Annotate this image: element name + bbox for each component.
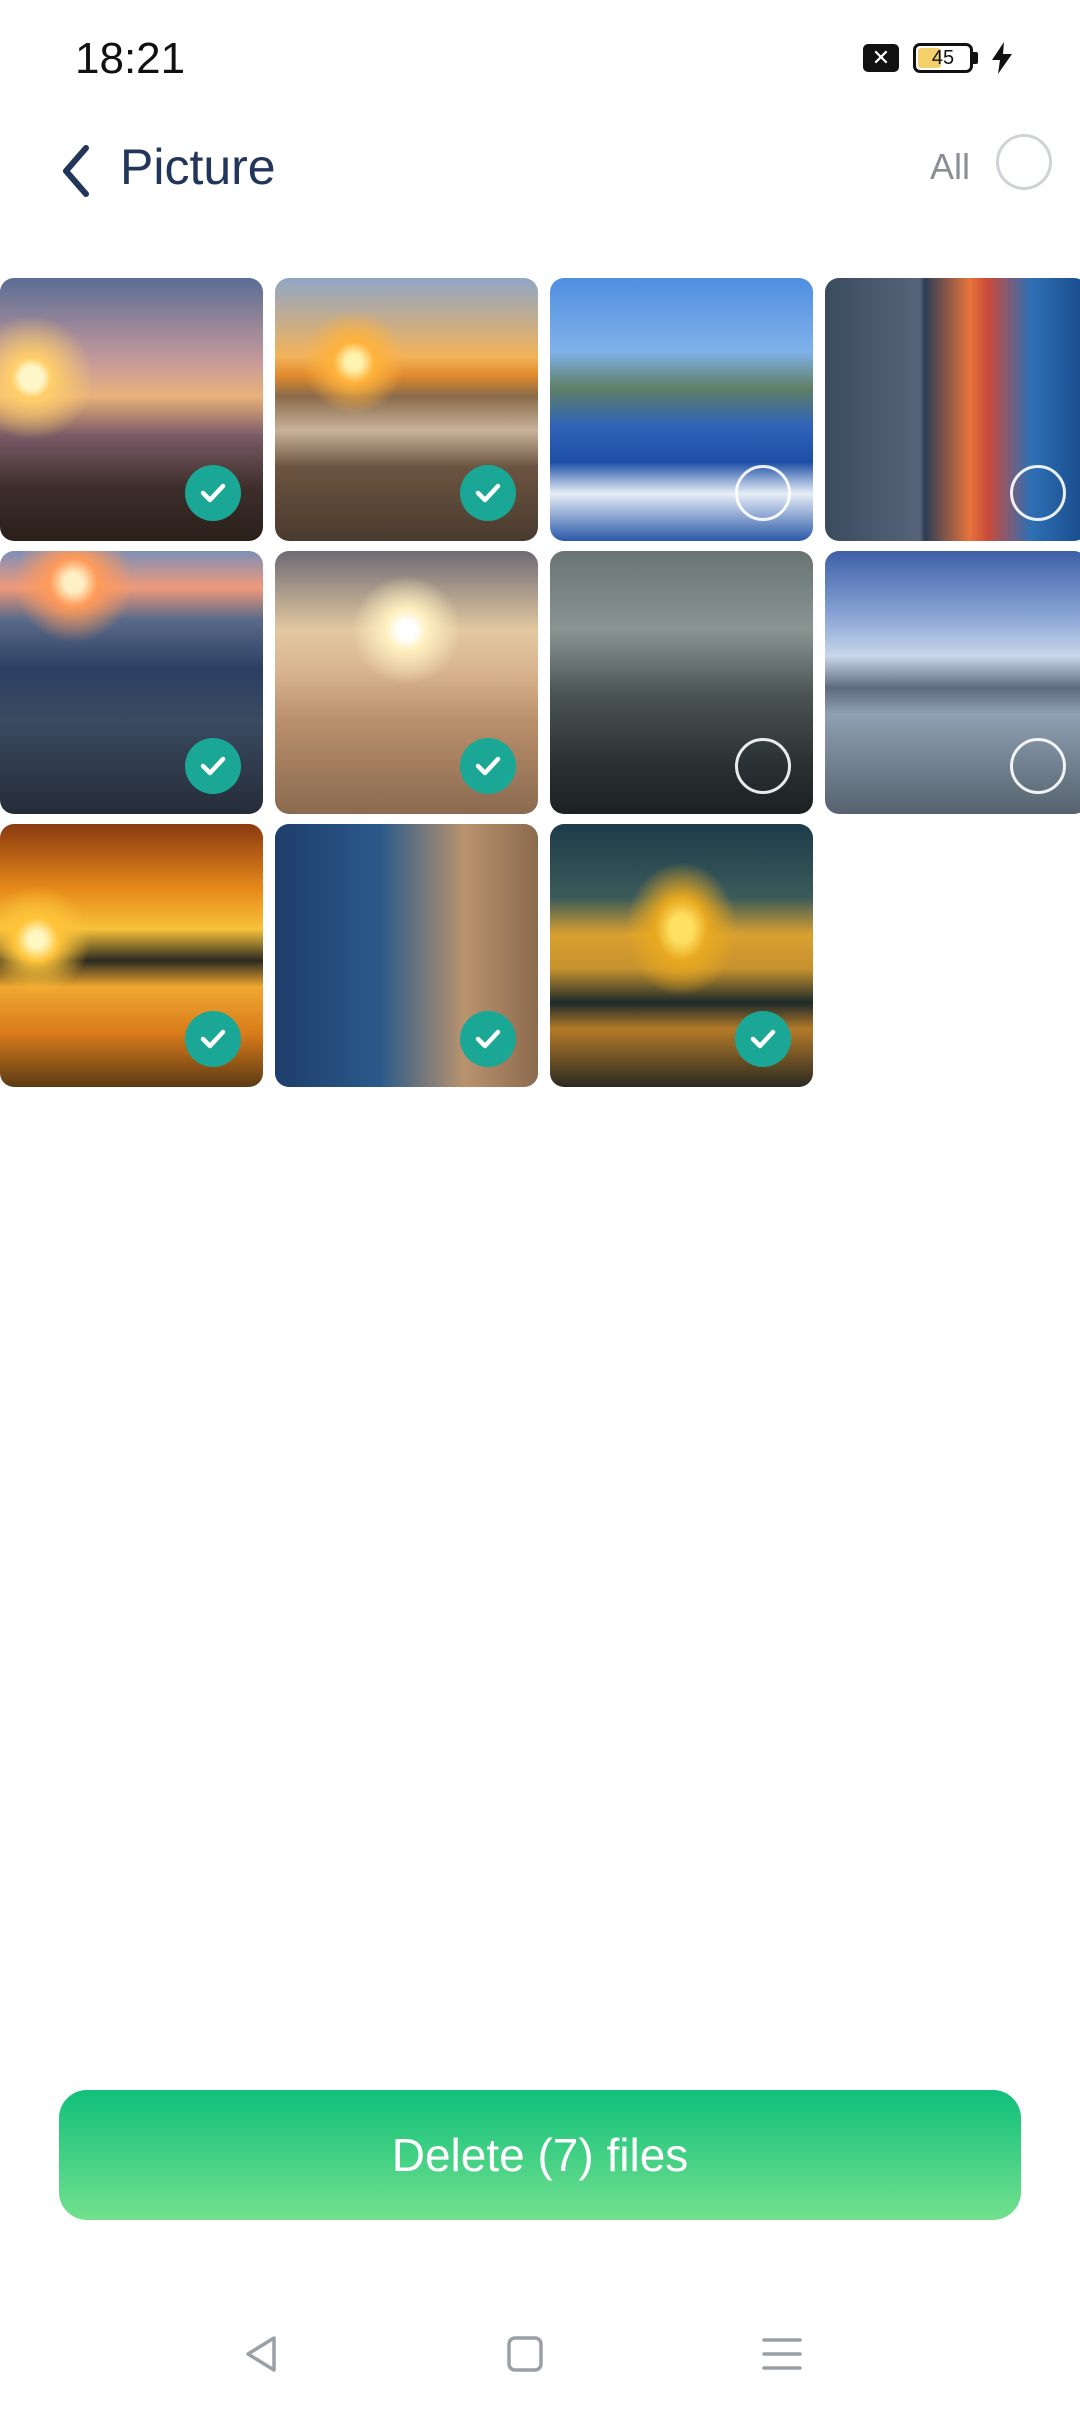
checkmark-icon: [200, 1029, 226, 1049]
select-all-label[interactable]: All: [930, 146, 970, 188]
image-thumbnail[interactable]: [275, 551, 538, 814]
delete-files-button[interactable]: Delete (7) files: [59, 2090, 1021, 2220]
unchecked-checkbox[interactable]: [1010, 465, 1066, 521]
charging-bolt-icon: [992, 42, 1012, 74]
image-thumbnail[interactable]: [0, 824, 263, 1087]
image-thumbnail[interactable]: [0, 551, 263, 814]
nav-recents-button[interactable]: [752, 2324, 812, 2384]
image-thumbnail[interactable]: [275, 278, 538, 541]
status-bar: 18:21 ✕ 45: [0, 0, 1080, 120]
checked-checkbox[interactable]: [185, 1011, 241, 1067]
nav-back-button[interactable]: [232, 2324, 292, 2384]
image-thumbnail[interactable]: [275, 824, 538, 1087]
checked-checkbox[interactable]: [460, 738, 516, 794]
image-thumbnail[interactable]: [0, 278, 263, 541]
nav-home-button[interactable]: [495, 2324, 555, 2384]
checked-checkbox[interactable]: [735, 1011, 791, 1067]
checkmark-icon: [200, 756, 226, 776]
checkmark-icon: [475, 756, 501, 776]
checkmark-icon: [750, 1029, 776, 1049]
triangle-back-icon: [246, 2336, 276, 2372]
battery-cap: [973, 52, 978, 64]
select-all-checkbox[interactable]: [996, 134, 1052, 190]
battery-icon: 45: [913, 43, 973, 73]
image-thumbnail[interactable]: [550, 551, 813, 814]
menu-lines-icon: [762, 2338, 802, 2370]
unchecked-checkbox[interactable]: [735, 738, 791, 794]
battery-level-text: 45: [931, 46, 955, 69]
checkmark-icon: [475, 1029, 501, 1049]
back-button[interactable]: [52, 134, 102, 204]
image-thumbnail[interactable]: [550, 278, 813, 541]
checked-checkbox[interactable]: [460, 465, 516, 521]
image-thumbnail[interactable]: [550, 824, 813, 1087]
notification-x-icon: ✕: [863, 44, 899, 72]
image-thumbnail[interactable]: [825, 278, 1080, 541]
square-home-icon: [507, 2336, 543, 2372]
page-title: Picture: [120, 139, 276, 195]
image-thumbnail[interactable]: [825, 551, 1080, 814]
chevron-left-icon: [63, 145, 89, 197]
system-nav-bar: [0, 2300, 1080, 2412]
checkmark-icon: [200, 483, 226, 503]
checked-checkbox[interactable]: [460, 1011, 516, 1067]
checked-checkbox[interactable]: [185, 465, 241, 521]
checked-checkbox[interactable]: [185, 738, 241, 794]
unchecked-checkbox[interactable]: [735, 465, 791, 521]
status-time: 18:21: [75, 34, 186, 83]
status-icons: ✕ 45: [863, 42, 1012, 74]
unchecked-checkbox[interactable]: [1010, 738, 1066, 794]
page-header: Picture All: [0, 120, 1080, 250]
checkmark-icon: [475, 483, 501, 503]
